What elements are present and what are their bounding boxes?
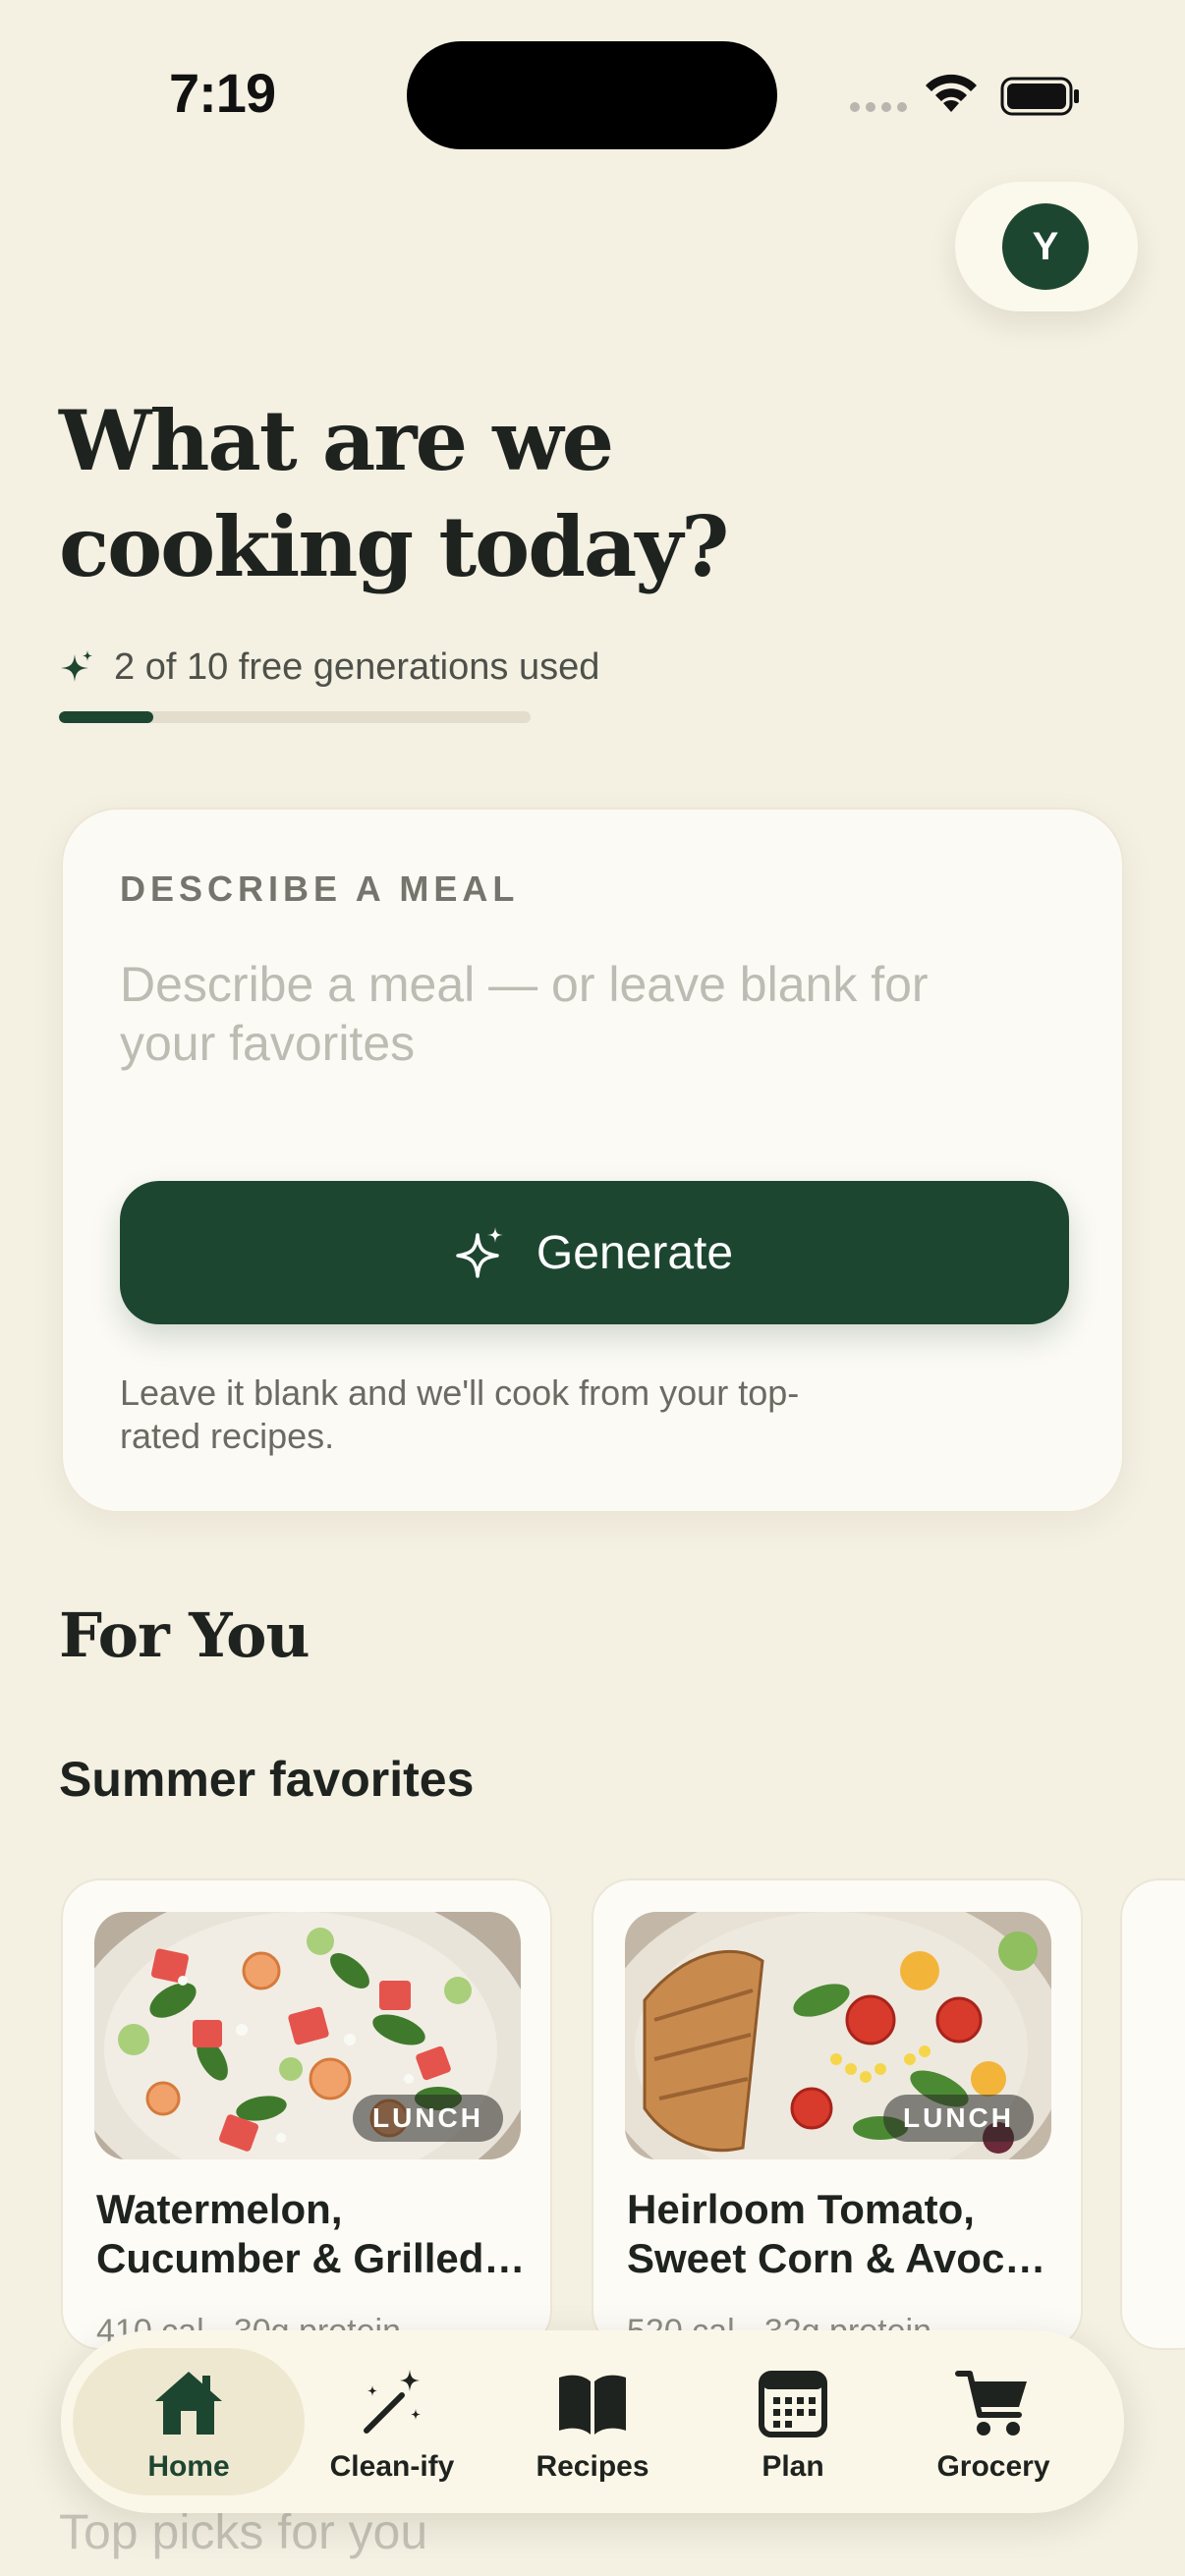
sparkle-icon — [456, 1227, 503, 1278]
recipe-title: Watermelon, Cucumber & Grilled… — [96, 2185, 529, 2283]
describe-meal-label: DESCRIBE A MEAL — [120, 868, 520, 909]
tab-cleanify[interactable]: Clean-ify — [291, 2348, 493, 2495]
usage-text: 2 of 10 free generations used — [114, 646, 600, 688]
describe-meal-card: DESCRIBE A MEAL Generate Leave it blank … — [61, 808, 1124, 1513]
tab-label: Clean-ify — [329, 2450, 455, 2483]
headline-line-1: What are we — [59, 392, 614, 489]
tab-grocery[interactable]: Grocery — [892, 2348, 1095, 2495]
recipe-image: LUNCH — [625, 1912, 1051, 2159]
tab-label: Home — [147, 2450, 230, 2483]
usage-progress-bar — [59, 711, 531, 723]
tab-plan[interactable]: Plan — [692, 2348, 894, 2495]
meal-type-badge: LUNCH — [353, 2095, 503, 2142]
cart-icon — [955, 2371, 1027, 2436]
recipe-title-line-2: Cucumber & Grilled… — [96, 2235, 526, 2281]
generate-hint: Leave it blank and we'll cook from your … — [120, 1372, 800, 1456]
avatar: Y — [1002, 203, 1089, 290]
recipe-title: Heirloom Tomato, Sweet Corn & Avoc… — [627, 2185, 1059, 2283]
summer-favorites-title: Summer favorites — [59, 1752, 475, 1807]
profile-button[interactable]: Y — [955, 182, 1138, 311]
tab-label: Grocery — [936, 2450, 1050, 2483]
dynamic-island — [407, 41, 777, 149]
recipe-card-partial[interactable] — [1120, 1878, 1185, 2350]
wifi-icon — [926, 74, 977, 112]
magic-wand-icon — [364, 2370, 421, 2434]
status-time: 7:19 — [169, 62, 276, 124]
recipe-image: LUNCH — [94, 1912, 521, 2159]
meal-description-input[interactable] — [120, 955, 1004, 1092]
status-bar: 7:19 — [0, 0, 1185, 187]
recipe-title-line-1: Watermelon, — [96, 2186, 343, 2232]
generate-button[interactable]: Generate — [120, 1181, 1069, 1324]
tab-label: Recipes — [536, 2450, 649, 2483]
bottom-tab-bar: Home Clean-ify Recipes Plan Grocery — [61, 2330, 1124, 2513]
calendar-icon — [759, 2371, 827, 2437]
cellular-signal-icon — [850, 102, 907, 112]
sparkle-icon — [61, 649, 92, 682]
usage-row: 2 of 10 free generations used — [59, 646, 599, 689]
recipe-card[interactable]: LUNCH Heirloom Tomato, Sweet Corn & Avoc… — [592, 1878, 1083, 2350]
battery-icon — [1000, 77, 1079, 116]
tab-recipes[interactable]: Recipes — [491, 2348, 694, 2495]
for-you-title: For You — [59, 1599, 310, 1671]
home-icon — [155, 2372, 222, 2435]
recipe-card[interactable]: LUNCH Watermelon, Cucumber & Grilled… 41… — [61, 1878, 552, 2350]
meal-type-badge: LUNCH — [883, 2095, 1034, 2142]
book-icon — [559, 2375, 626, 2435]
recipe-title-line-2: Sweet Corn & Avoc… — [627, 2235, 1046, 2281]
usage-progress-fill — [59, 711, 153, 723]
generate-label: Generate — [536, 1226, 734, 1279]
tab-home[interactable]: Home — [73, 2348, 305, 2495]
recipe-title-line-1: Heirloom Tomato, — [627, 2186, 975, 2232]
page-title: What are we cooking today? — [59, 388, 806, 600]
tab-label: Plan — [762, 2450, 824, 2483]
headline-line-2: cooking today? — [59, 498, 729, 595]
